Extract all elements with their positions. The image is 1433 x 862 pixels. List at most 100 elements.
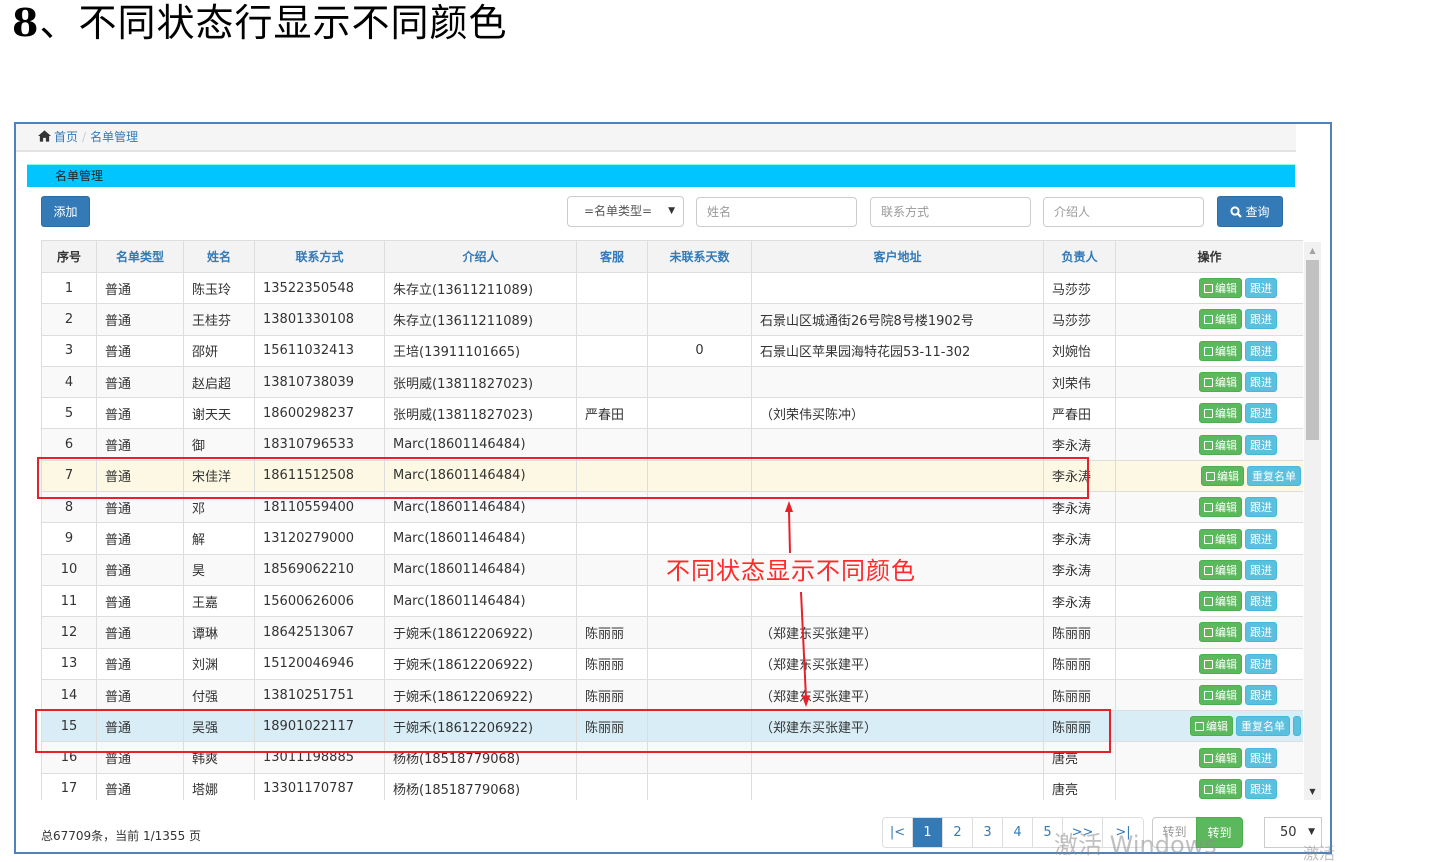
edit-button[interactable]: 编辑 bbox=[1199, 653, 1242, 674]
duplicate-list-button[interactable]: 重复名单 bbox=[1236, 716, 1290, 737]
query-button[interactable]: 查询 bbox=[1217, 196, 1283, 227]
column-header[interactable]: 姓名 bbox=[183, 240, 255, 273]
duplicate-list-button[interactable]: 重复名单 bbox=[1247, 465, 1301, 486]
page-link[interactable]: 4 bbox=[1003, 818, 1033, 847]
edit-button[interactable]: 编辑 bbox=[1199, 497, 1242, 518]
vertical-scrollbar[interactable]: ▲ ▼ bbox=[1304, 242, 1321, 800]
page-link[interactable]: 3 bbox=[973, 818, 1003, 847]
table-row[interactable]: 3 普通 邵妍 15611032413 王培(13911101665) 0 石景山区苹果园海… bbox=[41, 334, 1303, 367]
table-row[interactable]: 7 普通 宋佳洋 18611512508 Marc(18601146484) 李永涛 编辑重… bbox=[41, 459, 1303, 493]
column-header[interactable]: 介绍人 bbox=[384, 240, 577, 273]
page-link[interactable]: 2 bbox=[943, 818, 973, 847]
follow-up-button[interactable]: 跟进 bbox=[1245, 278, 1277, 299]
more-button[interactable] bbox=[1293, 716, 1301, 737]
edit-button[interactable]: 编辑 bbox=[1199, 778, 1242, 799]
edit-button[interactable]: 编辑 bbox=[1199, 278, 1242, 299]
table-row[interactable]: 4 普通 赵启超 13810738039 张明威(13811827023) 刘荣伟 编辑 跟进 bbox=[41, 365, 1303, 399]
page-link[interactable]: |< bbox=[883, 818, 913, 847]
address-cell bbox=[751, 491, 1044, 524]
column-header[interactable]: 未联系天数 bbox=[647, 240, 752, 273]
table-row[interactable]: 13 普通 刘渊 15120046946 于婉禾(18612206922) 陈丽丽 （郑建东… bbox=[41, 647, 1303, 680]
name-input[interactable]: 姓名 bbox=[696, 197, 857, 227]
follow-up-button[interactable]: 跟进 bbox=[1245, 309, 1277, 330]
follow-up-button[interactable]: 跟进 bbox=[1245, 340, 1277, 361]
follow-up-button[interactable]: 跟进 bbox=[1245, 747, 1277, 768]
edit-button[interactable]: 编辑 bbox=[1199, 340, 1242, 361]
phone-cell: 13011198885 bbox=[254, 741, 385, 774]
column-header[interactable]: 客服 bbox=[576, 240, 648, 273]
table-row[interactable]: 2 普通 王桂芬 13801330108 朱存立(13611211089) 石景山区城通街… bbox=[41, 303, 1303, 336]
list-type-cell: 普通 bbox=[96, 741, 184, 774]
referrer-input[interactable]: 介绍人 bbox=[1043, 197, 1204, 227]
edit-button[interactable]: 编辑 bbox=[1199, 685, 1242, 705]
row-number: 12 bbox=[41, 616, 97, 649]
follow-up-button[interactable]: 跟进 bbox=[1245, 434, 1277, 455]
edit-button[interactable]: 编辑 bbox=[1199, 309, 1242, 330]
edit-button[interactable]: 编辑 bbox=[1190, 716, 1233, 737]
table-row[interactable]: 9 普通解 13120279000 Marc(18601146484) 李永涛 编辑 跟进 bbox=[41, 522, 1303, 555]
row-number: 11 bbox=[41, 584, 97, 618]
follow-up-button[interactable]: 跟进 bbox=[1245, 372, 1277, 393]
edit-label: 编辑 bbox=[1215, 282, 1237, 296]
edit-button[interactable]: 编辑 bbox=[1199, 372, 1242, 393]
edit-button[interactable]: 编辑 bbox=[1199, 622, 1242, 643]
column-header[interactable]: 负责人 bbox=[1043, 240, 1116, 273]
address-cell bbox=[751, 428, 1044, 461]
table-row[interactable]: 8 普通邓 18110559400 Marc(18601146484) 李永涛 编辑 跟进 bbox=[41, 491, 1303, 524]
follow-up-button[interactable]: 跟进 bbox=[1245, 591, 1277, 612]
follow-up-button[interactable]: 跟进 bbox=[1245, 622, 1277, 643]
add-button[interactable]: 添加 bbox=[41, 196, 90, 227]
table-row[interactable]: 6 普通御 18310796533 Marc(18601146484) 李永涛 编辑 跟进 bbox=[41, 428, 1303, 461]
days-uncontacted-cell bbox=[647, 365, 752, 399]
table-row[interactable]: 15 普通 吴强 18901022117 于婉禾(18612206922) 陈丽丽 （郑建东… bbox=[41, 710, 1303, 743]
table-row[interactable]: 12 普通 谭琳 18642513067 于婉禾(18612206922) 陈丽丽 （郑建东… bbox=[41, 616, 1303, 649]
follow-up-button[interactable]: 跟进 bbox=[1245, 497, 1277, 518]
edit-label: 编辑 bbox=[1215, 595, 1237, 609]
row-number: 13 bbox=[41, 647, 97, 680]
table-row[interactable]: 11 普通 王嘉 15600626006 Marc(18601146484) 李永涛 编辑跟… bbox=[41, 584, 1303, 618]
edit-button[interactable]: 编辑 bbox=[1199, 591, 1242, 612]
referrer-cell: 朱存立(13611211089) bbox=[384, 303, 577, 336]
table-row[interactable]: 14 普通 付强 13810251751 于婉禾(18612206922) 陈丽丽 （郑建东… bbox=[41, 678, 1303, 712]
breadcrumb-home[interactable]: 首页 bbox=[54, 130, 78, 144]
table-row[interactable]: 17 普通 塔娜 13301170787 杨杨(18518779068) 唐亮 编辑 跟进 bbox=[41, 772, 1303, 800]
days-uncontacted-cell bbox=[647, 397, 752, 430]
edit-button[interactable]: 编辑 bbox=[1199, 403, 1242, 424]
days-uncontacted-cell bbox=[647, 522, 752, 555]
table-row[interactable]: 5 普通 谢天天 18600298237 张明威(13811827023) 严春田 （刘荣伟… bbox=[41, 397, 1303, 430]
row-number: 17 bbox=[41, 772, 97, 800]
follow-up-button[interactable]: 跟进 bbox=[1245, 559, 1277, 580]
breadcrumb-current[interactable]: 名单管理 bbox=[90, 130, 138, 144]
column-header[interactable]: 联系方式 bbox=[254, 240, 385, 273]
edit-button[interactable]: 编辑 bbox=[1201, 465, 1244, 486]
page-link[interactable]: 1 bbox=[913, 818, 943, 847]
scroll-thumb[interactable] bbox=[1306, 260, 1319, 440]
referrer-cell: Marc(18601146484) bbox=[384, 522, 577, 555]
edit-button[interactable]: 编辑 bbox=[1199, 747, 1242, 768]
referrer-cell: Marc(18601146484) bbox=[384, 553, 577, 586]
column-header[interactable]: 名单类型 bbox=[96, 240, 184, 273]
edit-label: 编辑 bbox=[1215, 782, 1237, 796]
customer-service-cell bbox=[576, 365, 648, 399]
days-uncontacted-cell bbox=[647, 678, 752, 712]
follow-up-button[interactable]: 跟进 bbox=[1245, 403, 1277, 424]
follow-up-button[interactable]: 跟进 bbox=[1245, 685, 1277, 705]
list-type-select[interactable]: =名单类型= ▼ bbox=[567, 196, 684, 227]
follow-up-button[interactable]: 跟进 bbox=[1245, 653, 1277, 674]
edit-button[interactable]: 编辑 bbox=[1199, 434, 1242, 455]
table-row[interactable]: 1 普通 陈玉玲 13522350548 朱存立(13611211089) 马莎莎 编辑 跟进 bbox=[41, 271, 1303, 305]
edit-icon bbox=[1204, 409, 1213, 419]
table-row[interactable]: 16 普通 韩爽 13011198885 杨杨(18518779068) 唐亮 编辑 跟进 bbox=[41, 741, 1303, 774]
edit-button[interactable]: 编辑 bbox=[1199, 559, 1242, 580]
actions-cell: 编辑 跟进 bbox=[1115, 772, 1303, 800]
follow-up-button[interactable]: 跟进 bbox=[1245, 778, 1277, 799]
scroll-down-icon[interactable]: ▼ bbox=[1304, 783, 1321, 800]
edit-button[interactable]: 编辑 bbox=[1199, 528, 1242, 549]
scroll-up-icon[interactable]: ▲ bbox=[1304, 242, 1321, 259]
column-header[interactable]: 客户地址 bbox=[751, 240, 1044, 273]
phone-cell: 18110559400 bbox=[254, 491, 385, 524]
owner-cell: 陈丽丽 bbox=[1043, 616, 1116, 649]
contact-input[interactable]: 联系方式 bbox=[870, 197, 1031, 227]
customer-service-cell: 陈丽丽 bbox=[576, 616, 648, 649]
follow-up-button[interactable]: 跟进 bbox=[1245, 528, 1277, 549]
